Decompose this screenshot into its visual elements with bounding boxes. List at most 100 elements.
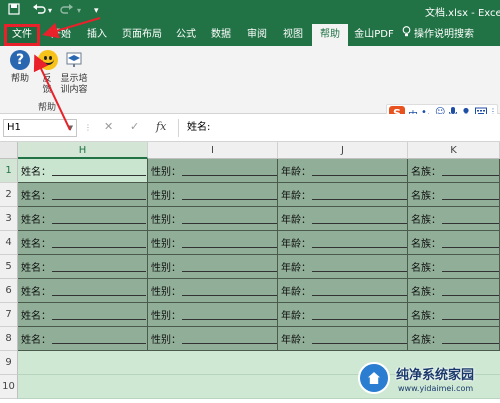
fill-in-underline bbox=[52, 310, 146, 320]
fill-in-underline bbox=[312, 214, 407, 224]
cell-i2[interactable]: 性别： bbox=[148, 183, 278, 207]
cell-h6[interactable]: 姓名： bbox=[18, 279, 148, 303]
cell-i1[interactable]: 性别： bbox=[148, 159, 278, 183]
cell-label: 性别： bbox=[151, 287, 181, 298]
cell-j7[interactable]: 年龄： bbox=[278, 303, 408, 327]
cell-i8[interactable]: 性别： bbox=[148, 327, 278, 351]
cell-label: 姓名： bbox=[21, 335, 51, 346]
tab-help[interactable]: 帮助 bbox=[312, 24, 348, 46]
tab-review[interactable]: 审阅 bbox=[240, 24, 274, 46]
cell-h8[interactable]: 姓名： bbox=[18, 327, 148, 351]
watermark-logo-icon bbox=[358, 362, 390, 394]
row-header-8[interactable]: 8 bbox=[0, 327, 18, 351]
select-all-corner[interactable] bbox=[0, 142, 18, 159]
fill-in-underline bbox=[312, 286, 407, 296]
cell-j6[interactable]: 年龄： bbox=[278, 279, 408, 303]
fill-in-underline bbox=[442, 238, 499, 248]
watermark-url: www.yidaimei.com bbox=[398, 384, 474, 393]
row-header-3[interactable]: 3 bbox=[0, 207, 18, 231]
tab-insert[interactable]: 插入 bbox=[80, 24, 114, 46]
row-header-6[interactable]: 6 bbox=[0, 279, 18, 303]
row-header-10[interactable]: 10 bbox=[0, 375, 18, 399]
cell-label: 年龄： bbox=[281, 287, 311, 298]
help-button-label: 帮助 bbox=[10, 74, 29, 84]
formula-input[interactable]: 姓名: bbox=[178, 119, 500, 137]
cell-h7[interactable]: 姓名： bbox=[18, 303, 148, 327]
fill-in-underline bbox=[182, 190, 277, 200]
tab-view[interactable]: 视图 bbox=[276, 24, 310, 46]
fill-in-underline bbox=[52, 286, 146, 296]
customize-quick-access-icon[interactable]: ▾ bbox=[94, 3, 99, 19]
cell-label: 性别： bbox=[151, 335, 181, 346]
column-header-h[interactable]: H bbox=[18, 142, 148, 159]
tab-formulas[interactable]: 公式 bbox=[170, 24, 202, 46]
cell-j3[interactable]: 年龄： bbox=[278, 207, 408, 231]
enter-icon[interactable]: ✓ bbox=[130, 120, 139, 133]
column-header-i[interactable]: I bbox=[148, 142, 278, 159]
cell-label: 年龄： bbox=[281, 167, 311, 178]
formula-bar: H1 ▼ ⋮ ✕ ✓ fx 姓名: bbox=[0, 114, 500, 142]
cell-j2[interactable]: 年龄： bbox=[278, 183, 408, 207]
tab-data[interactable]: 数据 bbox=[204, 24, 238, 46]
cell-label: 性别： bbox=[151, 167, 181, 178]
save-icon[interactable] bbox=[8, 3, 20, 19]
cell-k1[interactable]: 名族： bbox=[408, 159, 500, 183]
tab-home[interactable]: 开始 bbox=[44, 24, 78, 46]
cell-k4[interactable]: 名族： bbox=[408, 231, 500, 255]
cell-i6[interactable]: 性别： bbox=[148, 279, 278, 303]
row-header-7[interactable]: 7 bbox=[0, 303, 18, 327]
tab-kingsoft-pdf[interactable]: 金山PDF bbox=[350, 24, 398, 46]
fill-in-underline bbox=[52, 190, 146, 200]
tell-me-search[interactable]: 操作说明搜索 bbox=[402, 24, 498, 46]
cell-k6[interactable]: 名族： bbox=[408, 279, 500, 303]
fill-in-underline bbox=[182, 262, 277, 272]
cell-k5[interactable]: 名族： bbox=[408, 255, 500, 279]
cell-k7[interactable]: 名族： bbox=[408, 303, 500, 327]
cancel-icon[interactable]: ✕ bbox=[104, 120, 113, 133]
cell-j8[interactable]: 年龄： bbox=[278, 327, 408, 351]
row-header-5[interactable]: 5 bbox=[0, 255, 18, 279]
cell-i7[interactable]: 性别： bbox=[148, 303, 278, 327]
column-header-k[interactable]: K bbox=[408, 142, 500, 159]
fill-in-underline bbox=[442, 262, 499, 272]
cell-i5[interactable]: 性别： bbox=[148, 255, 278, 279]
redo-dropdown-icon[interactable]: ▾ bbox=[77, 3, 81, 19]
cell-h2[interactable]: 姓名： bbox=[18, 183, 148, 207]
cell-j5[interactable]: 年龄： bbox=[278, 255, 408, 279]
undo-dropdown-icon[interactable]: ▾ bbox=[48, 3, 52, 19]
fill-in-underline bbox=[312, 310, 407, 320]
show-training-label: 显示培训内容 bbox=[60, 74, 88, 95]
undo-icon[interactable] bbox=[32, 3, 46, 19]
cell-j4[interactable]: 年龄： bbox=[278, 231, 408, 255]
row-header-1[interactable]: 1 bbox=[0, 159, 18, 183]
ribbon-help-panel: ? 帮助 反馈 显示培训内容 帮助 S 中 •, ☺ ⋮ bbox=[0, 46, 500, 124]
cell-k3[interactable]: 名族： bbox=[408, 207, 500, 231]
fill-in-underline bbox=[52, 214, 146, 224]
column-header-j[interactable]: J bbox=[278, 142, 408, 159]
fill-in-underline bbox=[442, 334, 499, 344]
fill-in-underline bbox=[312, 190, 407, 200]
cell-j1[interactable]: 年龄： bbox=[278, 159, 408, 183]
cell-i3[interactable]: 性别： bbox=[148, 207, 278, 231]
cell-h5[interactable]: 姓名： bbox=[18, 255, 148, 279]
cell-label: 性别： bbox=[151, 263, 181, 274]
name-box-dropdown-icon[interactable]: ▼ bbox=[68, 120, 73, 136]
row-header-4[interactable]: 4 bbox=[0, 231, 18, 255]
cell-h4[interactable]: 姓名： bbox=[18, 231, 148, 255]
cell-k2[interactable]: 名族： bbox=[408, 183, 500, 207]
fill-in-underline bbox=[182, 286, 277, 296]
redo-icon[interactable] bbox=[60, 3, 74, 19]
fill-in-underline bbox=[182, 334, 277, 344]
name-box[interactable]: H1 ▼ bbox=[3, 119, 77, 137]
cell-k8[interactable]: 名族： bbox=[408, 327, 500, 351]
cell-h3[interactable]: 姓名： bbox=[18, 207, 148, 231]
cell-i4[interactable]: 性别： bbox=[148, 231, 278, 255]
row-header-2[interactable]: 2 bbox=[0, 183, 18, 207]
cell-label: 姓名： bbox=[21, 239, 51, 250]
tab-file[interactable]: 文件 bbox=[4, 24, 40, 46]
cell-h1[interactable]: 姓名： bbox=[18, 159, 148, 183]
row-header-9[interactable]: 9 bbox=[0, 351, 18, 375]
tab-page-layout[interactable]: 页面布局 bbox=[118, 24, 166, 46]
insert-function-icon[interactable]: fx bbox=[156, 120, 166, 133]
drag-handle-icon[interactable]: ⋮ bbox=[84, 123, 92, 132]
